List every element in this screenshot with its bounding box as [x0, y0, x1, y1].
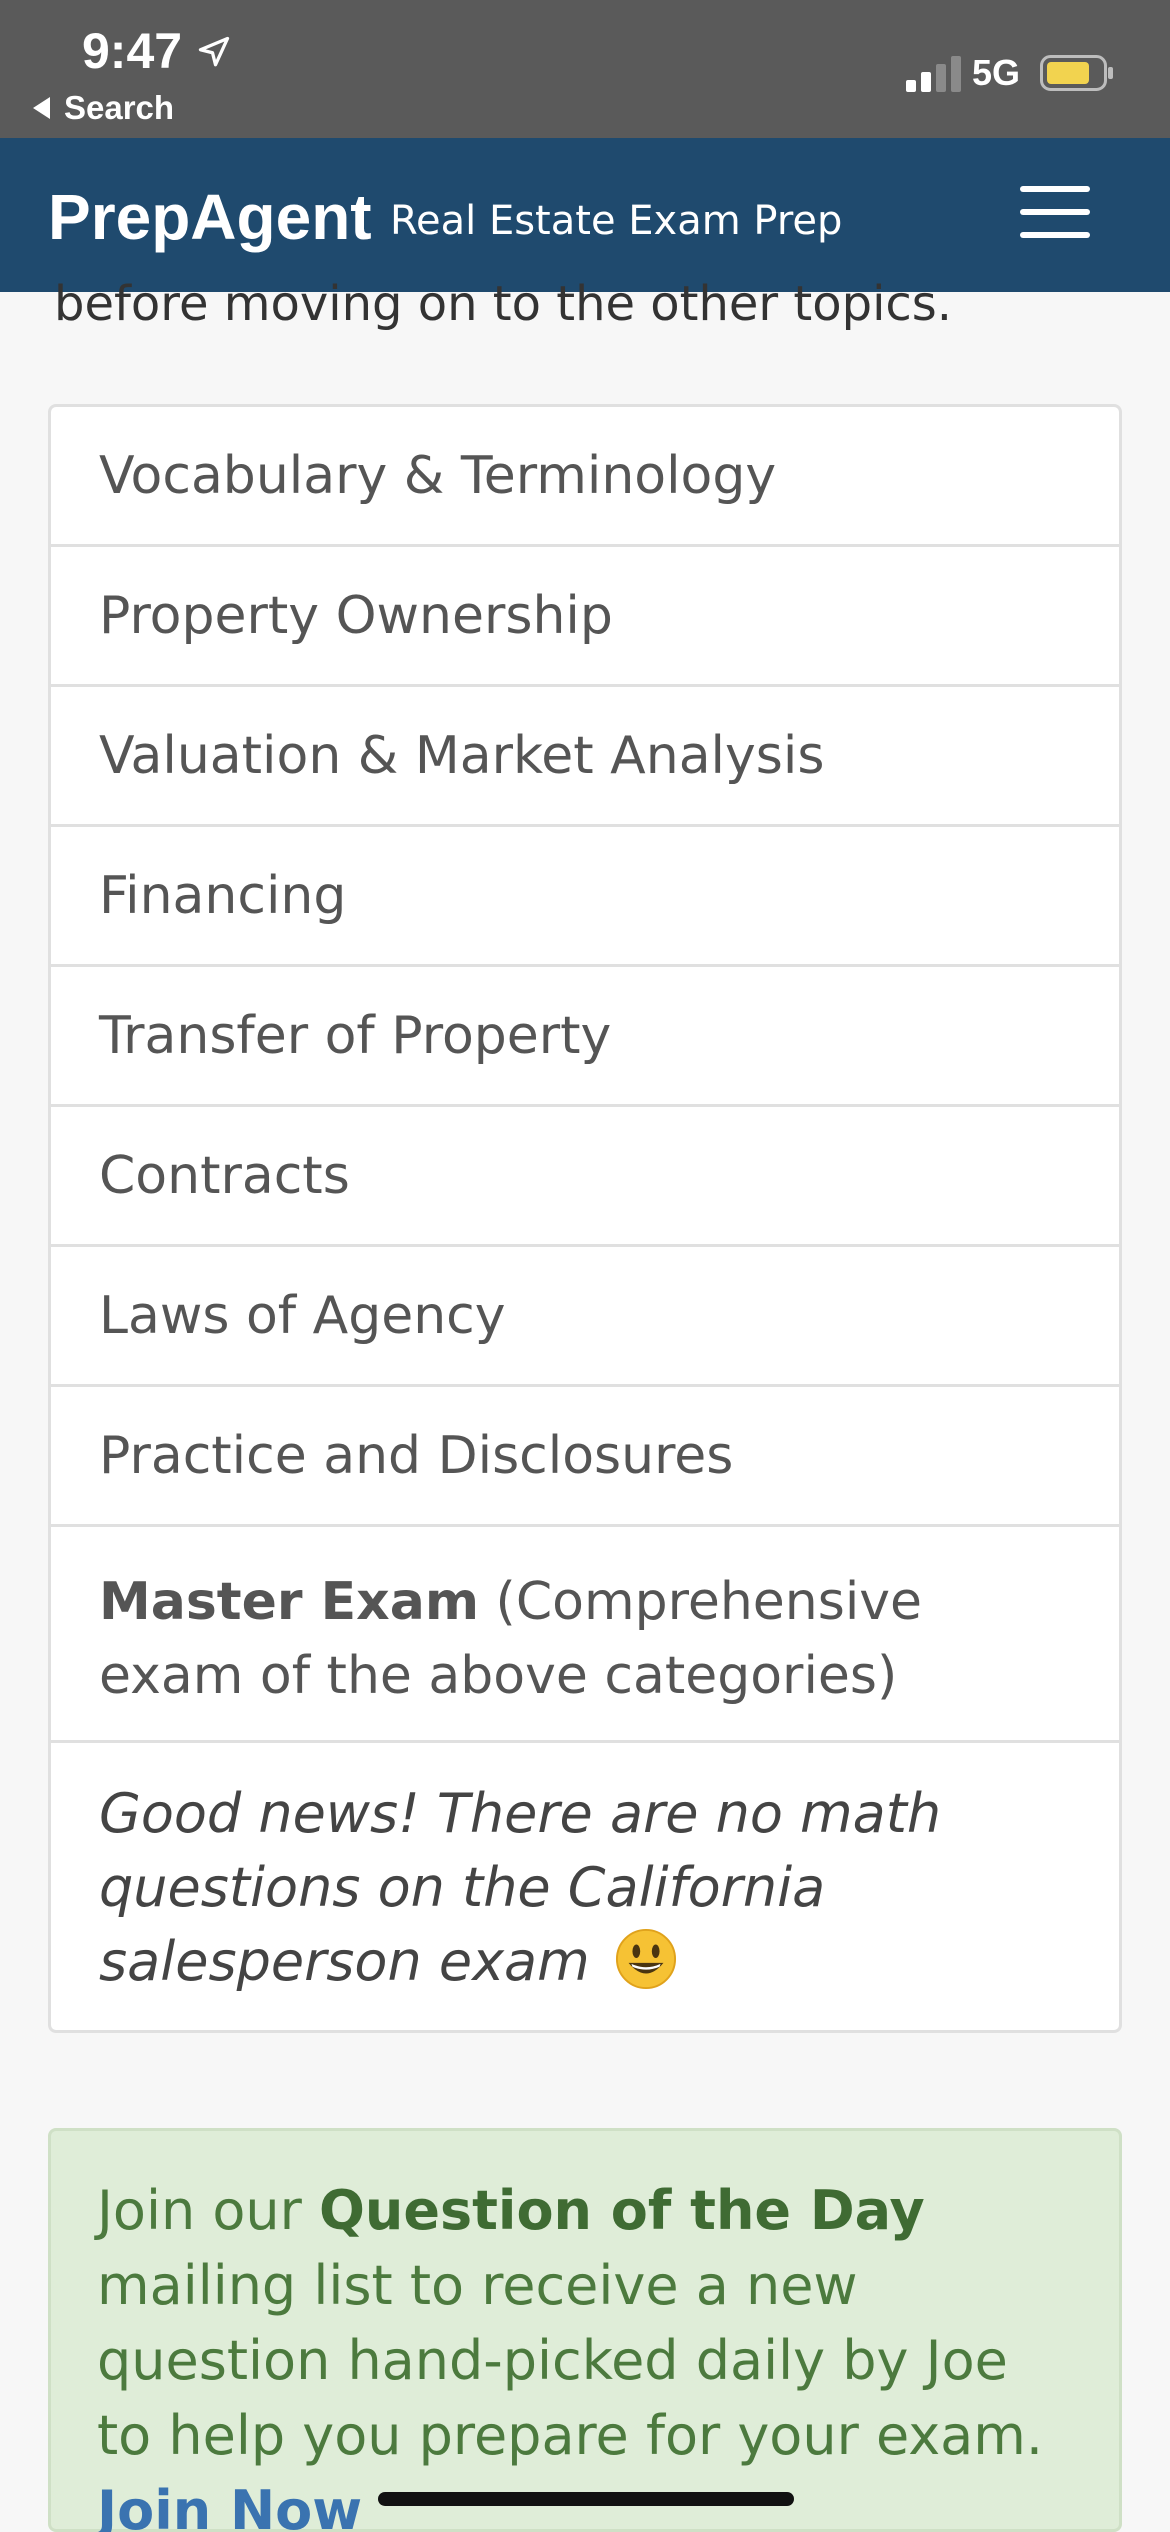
topic-transfer-of-property[interactable]: Transfer of Property	[51, 967, 1119, 1107]
topic-contracts[interactable]: Contracts	[51, 1107, 1119, 1247]
topic-financing[interactable]: Financing	[51, 827, 1119, 967]
brand-tagline: Real Estate Exam Prep	[390, 198, 843, 244]
grinning-face-emoji-icon	[615, 1928, 676, 1990]
status-bar: 9:47 Search 5G	[0, 0, 1170, 138]
topic-master-exam[interactable]: Master Exam (Comprehensive exam of the a…	[51, 1527, 1119, 1743]
home-indicator	[378, 2492, 794, 2506]
topic-laws-of-agency[interactable]: Laws of Agency	[51, 1247, 1119, 1387]
back-triangle-icon	[33, 97, 50, 119]
status-time: 9:47	[82, 23, 183, 79]
back-label: Search	[64, 89, 175, 126]
mailing-body: mailing list to receive a new question h…	[97, 2254, 1044, 2467]
master-exam-title: Master Exam	[99, 1572, 479, 1632]
join-now-link[interactable]: Join Now	[97, 2479, 362, 2532]
intro-text: before moving on to the other topics.	[54, 276, 953, 332]
back-to-search-button[interactable]: Search	[30, 88, 174, 128]
question-of-the-day-label: Question of the Day	[319, 2179, 925, 2242]
math-note: Good news! There are no math questions o…	[51, 1743, 1119, 2030]
topic-valuation[interactable]: Valuation & Market Analysis	[51, 687, 1119, 827]
app-header: PrepAgent Real Estate Exam Prep	[0, 138, 1170, 292]
brand-logo[interactable]: PrepAgent	[48, 180, 372, 254]
network-type: 5G	[972, 52, 1021, 93]
battery-icon	[1040, 55, 1113, 91]
cellular-signal-icon	[906, 56, 961, 92]
mailing-prefix: Join our	[97, 2179, 302, 2242]
topic-list: Vocabulary & Terminology Property Owners…	[48, 404, 1122, 2033]
mailing-list-box: Join our Question of the Day mailing lis…	[48, 2128, 1122, 2532]
math-note-text: Good news! There are no math questions o…	[99, 1782, 942, 1993]
hamburger-menu-icon[interactable]	[1020, 186, 1090, 238]
location-arrow-icon	[198, 36, 230, 67]
topic-vocabulary[interactable]: Vocabulary & Terminology	[51, 407, 1119, 547]
topic-practice-disclosures[interactable]: Practice and Disclosures	[51, 1387, 1119, 1527]
topic-property-ownership[interactable]: Property Ownership	[51, 547, 1119, 687]
